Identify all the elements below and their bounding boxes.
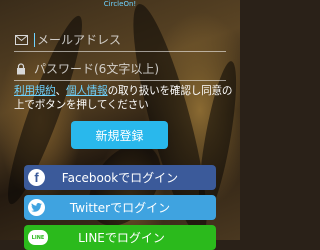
twitter-bird-icon xyxy=(28,199,45,216)
privacy-link[interactable]: 個人情報 xyxy=(66,85,108,97)
notice-separator: 、 xyxy=(55,85,67,97)
facebook-login-button[interactable]: f Facebookでログイン xyxy=(24,165,216,190)
text-cursor xyxy=(34,33,35,47)
email-field[interactable] xyxy=(14,29,226,52)
terms-notice: 利用規約、個人情報の取り扱いを確認し同意の上でボタンを押してください xyxy=(14,84,234,112)
twitter-login-button[interactable]: Twitterでログイン xyxy=(24,195,216,220)
terms-link[interactable]: 利用規約 xyxy=(14,85,56,97)
app-title: CircleOn! xyxy=(103,0,137,8)
line-icon: LINE xyxy=(28,230,48,245)
password-input[interactable] xyxy=(34,62,214,76)
twitter-login-label: Twitterでログイン xyxy=(69,201,171,215)
facebook-login-label: Facebookでログイン xyxy=(61,171,179,185)
email-input[interactable] xyxy=(37,33,217,47)
mail-icon xyxy=(14,33,28,47)
register-button[interactable]: 新規登録 xyxy=(71,121,168,149)
line-login-button[interactable]: LINE LINEでログイン xyxy=(24,225,216,250)
password-field[interactable] xyxy=(14,58,226,81)
facebook-icon: f xyxy=(28,169,45,186)
lock-icon xyxy=(14,62,28,76)
line-login-label: LINEでログイン xyxy=(78,231,165,245)
